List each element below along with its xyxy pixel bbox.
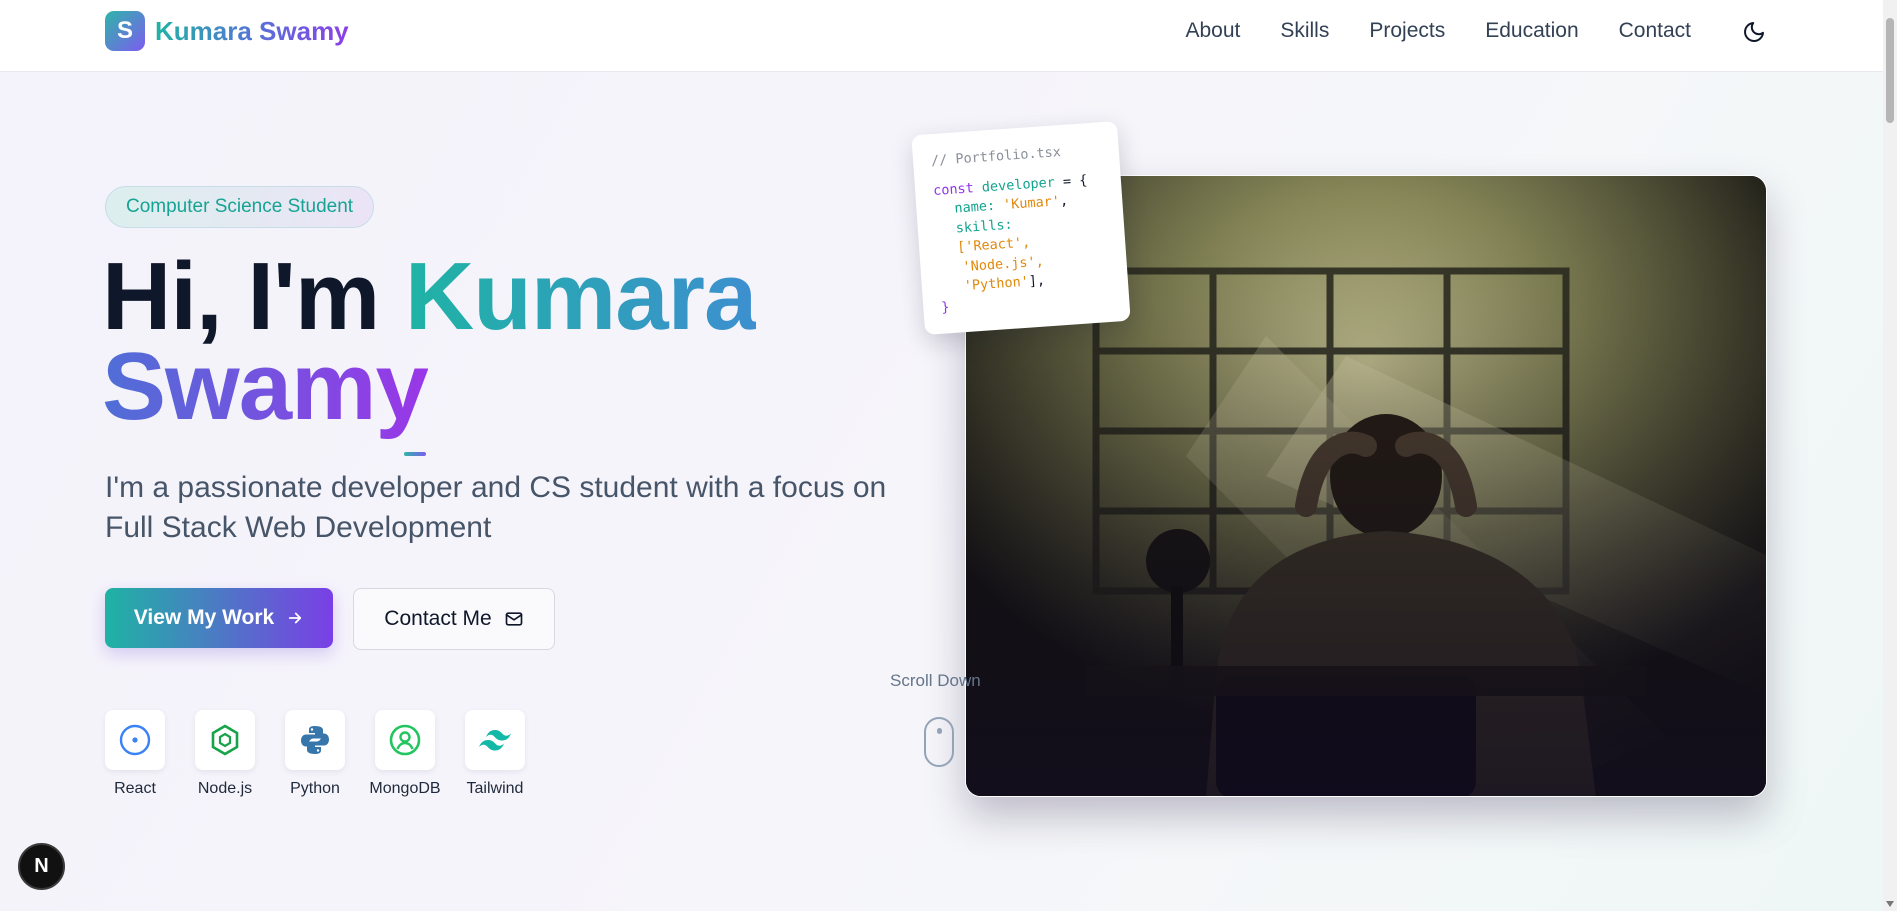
nodejs-icon [211,724,239,756]
mail-icon [505,612,523,626]
theme-toggle-button[interactable] [1740,18,1768,46]
mouse-wheel-dot [937,728,942,734]
code-name-key: name: [953,197,1004,217]
tech-item-mongodb: MongoDB [369,710,441,798]
view-my-work-label: View My Work [133,606,275,629]
hero-subtitle: I'm a passionate developer and CS studen… [105,471,887,544]
brand-name: Kumara Swamy [155,15,349,46]
scroll-down-label: Scroll Down [890,671,981,690]
arrow-right-icon [289,612,302,624]
tech-label: React [114,780,156,797]
scroll-down-arrow-icon[interactable] [1886,901,1894,907]
nav-skills[interactable]: Skills [1280,19,1329,43]
python-icon [301,726,329,754]
hero-headline: Hi, I'm Kumara Swamy [102,249,757,435]
code-assign: = { [1054,171,1088,191]
tech-label: Tailwind [466,780,524,797]
code-skill-close: ], [1028,272,1046,290]
code-keyword: const [932,179,975,199]
nav-projects[interactable]: Projects [1369,19,1445,43]
view-my-work-button[interactable]: View My Work [105,588,333,648]
tech-item-python: Python [285,710,345,798]
site-header: S Kumara Swamy About Skills Projects Edu… [0,0,1897,72]
code-filename: // Portfolio.tsx [930,144,1062,170]
tech-label: Python [290,780,340,797]
mongodb-icon [389,724,421,756]
main-nav: About Skills Projects Education Contact [1185,19,1691,43]
contact-me-button[interactable]: Contact Me [353,588,555,650]
headline-name-last: Swamy [102,333,429,440]
typing-cursor [404,452,426,456]
tech-label: MongoDB [369,780,441,797]
scrollbar-thumb[interactable] [1886,18,1894,123]
nav-education[interactable]: Education [1485,19,1578,43]
tech-item-react: React [105,710,165,798]
brand-logo: S [105,11,145,51]
tailwind-icon [479,730,511,751]
brand-link[interactable]: S Kumara Swamy [105,11,349,51]
headline-name-first: Kumara [404,243,757,350]
page-scrollbar[interactable] [1883,0,1897,911]
tech-item-nodejs: Node.js [195,710,255,798]
code-skill-3: 'Python' [963,273,1030,295]
nav-contact[interactable]: Contact [1619,19,1691,43]
contact-me-label: Contact Me [384,607,492,630]
code-skill-1: ['React', [956,234,1031,256]
nav-about[interactable]: About [1185,19,1240,43]
code-snippet-card: // Portfolio.tsx const developer = { nam… [911,121,1131,335]
react-icon [119,724,151,756]
role-badge: Computer Science Student [105,186,375,228]
nextjs-dev-badge[interactable]: N [18,843,65,890]
tech-item-tailwind: Tailwind [465,710,525,798]
code-variable: developer [981,174,1056,196]
code-skills-key: skills: [955,216,1014,237]
code-name-value: 'Kumar' [1002,193,1061,214]
code-close: } [940,298,951,316]
mouse-scroll-icon[interactable] [924,717,954,767]
tech-label: Node.js [197,780,253,797]
tech-stack-list: React Node.js Python MongoDB Tailwind [105,710,525,798]
moon-icon [1744,22,1764,42]
